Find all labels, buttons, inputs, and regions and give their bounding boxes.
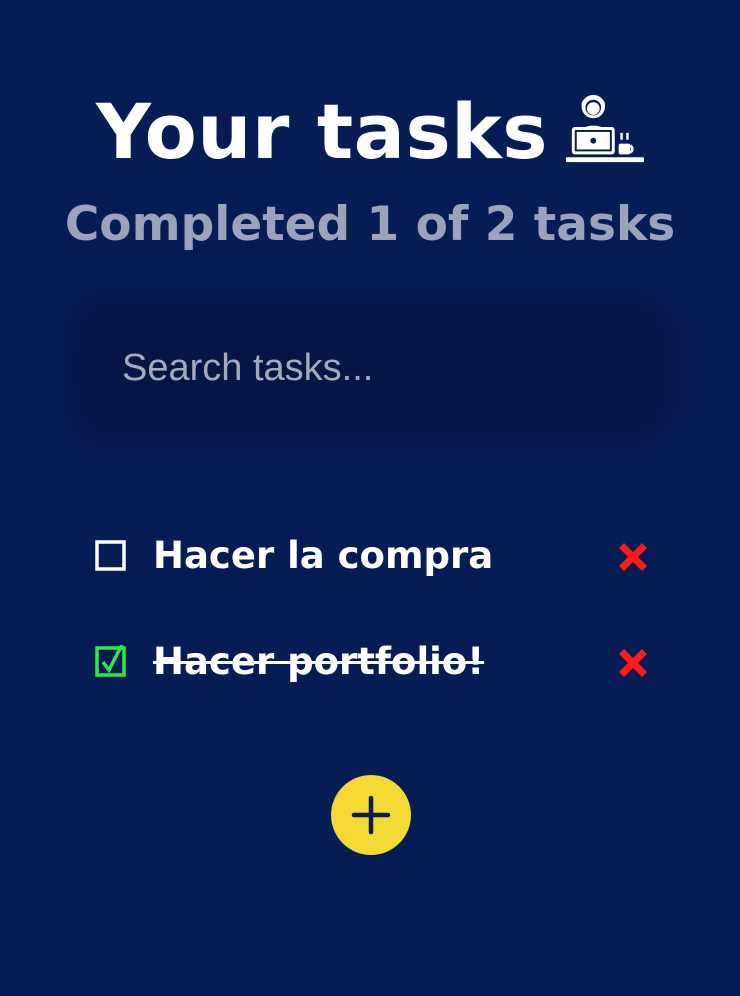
task-label[interactable]: Hacer portfolio!	[153, 627, 484, 697]
empty-checkbox-icon[interactable]	[94, 539, 128, 573]
task-item: Hacer la compra	[94, 521, 654, 591]
task-label[interactable]: Hacer la compra	[153, 521, 493, 591]
task-item: Hacer portfolio!	[94, 627, 654, 697]
search-input[interactable]	[91, 317, 650, 420]
checked-checkbox-icon[interactable]	[94, 645, 128, 679]
plus-icon	[351, 795, 391, 835]
delete-icon[interactable]	[614, 538, 652, 576]
add-task-button[interactable]	[331, 775, 411, 855]
delete-icon[interactable]	[614, 644, 652, 682]
person-at-laptop-icon	[565, 94, 644, 163]
title-text: Your tasks	[96, 87, 548, 176]
completion-counter: Completed 1 of 2 tasks	[64, 197, 676, 252]
search-box	[91, 317, 650, 420]
page-title: Your tasks	[0, 82, 740, 177]
